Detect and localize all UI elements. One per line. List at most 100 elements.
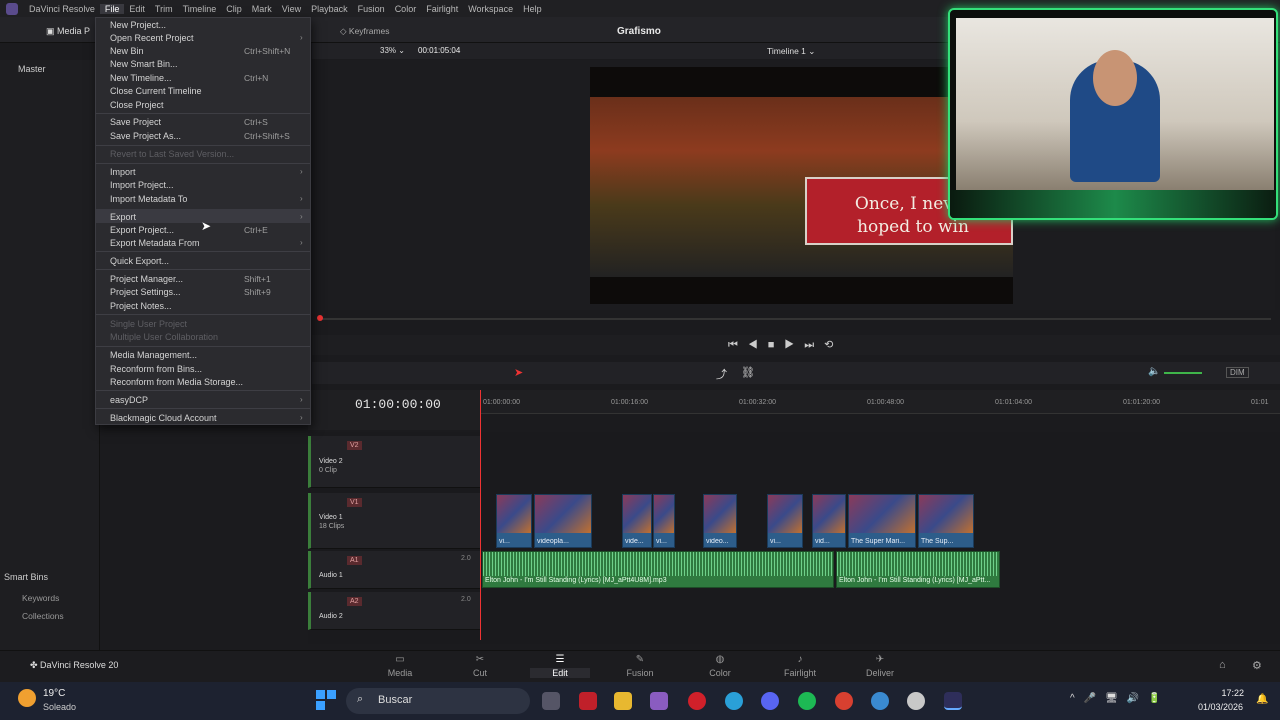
skip-end-icon[interactable]: ⏭ bbox=[804, 339, 824, 351]
file-menu-item[interactable]: Open Recent Project bbox=[110, 33, 194, 43]
file-menu-item[interactable]: Save Project bbox=[110, 117, 161, 127]
menu-trim[interactable]: Trim bbox=[150, 4, 178, 14]
menu-playback[interactable]: Playback bbox=[306, 4, 353, 14]
file-menu-item[interactable]: New Project... bbox=[110, 20, 166, 30]
page-color[interactable]: Color bbox=[690, 668, 750, 678]
spotify-icon[interactable] bbox=[798, 692, 816, 710]
clock-time[interactable]: 17:22 bbox=[1218, 688, 1244, 698]
snap-icon[interactable]: ⤴ bbox=[716, 366, 727, 382]
menu-clip[interactable]: Clip bbox=[221, 4, 247, 14]
file-menu-item[interactable]: New Timeline... bbox=[110, 73, 172, 83]
track-header-v1[interactable]: V1 Video 1 18 Clips bbox=[308, 493, 480, 549]
file-menu-item[interactable]: Project Notes... bbox=[110, 301, 172, 311]
timeline-ruler[interactable]: 01:00:00:00 01:00:16:00 01:00:32:00 01:0… bbox=[480, 390, 1280, 414]
video-clip[interactable]: vide... bbox=[622, 494, 652, 548]
file-menu-item[interactable]: Export Metadata From bbox=[110, 238, 200, 248]
video-clip[interactable]: vi... bbox=[496, 494, 532, 548]
tray-icons[interactable]: ^🎤🖥🔊🔋 bbox=[1070, 693, 1170, 704]
page-media[interactable]: Media bbox=[370, 668, 430, 678]
file-explorer-icon[interactable] bbox=[614, 692, 632, 710]
collections-bin[interactable]: Collections bbox=[22, 611, 64, 621]
menu-help[interactable]: Help bbox=[518, 4, 547, 14]
file-menu-item[interactable]: Save Project As... bbox=[110, 131, 181, 141]
opera-icon[interactable] bbox=[688, 692, 706, 710]
media-pool-tab[interactable]: ▣ Media P bbox=[46, 26, 90, 37]
step-back-icon[interactable]: ◀ bbox=[748, 339, 768, 351]
menu-view[interactable]: View bbox=[277, 4, 306, 14]
davinci-taskbar-icon[interactable] bbox=[944, 692, 962, 710]
settings-gear-icon[interactable]: ⚙ bbox=[1252, 659, 1262, 672]
video-clip[interactable]: video... bbox=[703, 494, 737, 548]
file-menu-item[interactable]: Close Project bbox=[110, 100, 164, 110]
playhead[interactable] bbox=[480, 390, 481, 640]
file-menu-item[interactable]: Project Settings... bbox=[110, 287, 181, 297]
page-cut[interactable]: Cut bbox=[450, 668, 510, 678]
home-icon[interactable]: ⌂ bbox=[1219, 659, 1226, 671]
keyframes-tab[interactable]: ◇ Keyframes bbox=[340, 26, 390, 37]
file-menu-item[interactable]: Import Metadata To bbox=[110, 194, 187, 204]
weather-temp[interactable]: 19°C bbox=[43, 688, 65, 699]
link-icon[interactable]: ⛓ bbox=[741, 366, 755, 379]
zoom-dropdown[interactable]: 33% ⌄ bbox=[380, 46, 405, 55]
volume-slider[interactable] bbox=[1164, 372, 1202, 374]
scrubber-head[interactable] bbox=[317, 315, 323, 321]
steam-icon[interactable] bbox=[907, 692, 925, 710]
smart-bins[interactable]: Smart Bins bbox=[4, 572, 48, 582]
selection-tool-icon[interactable]: ➤ bbox=[514, 366, 523, 379]
discord-icon[interactable] bbox=[761, 692, 779, 710]
menu-workspace[interactable]: Workspace bbox=[463, 4, 518, 14]
play-icon[interactable]: ▶ bbox=[784, 339, 804, 351]
menu-edit[interactable]: Edit bbox=[124, 4, 150, 14]
file-menu-item[interactable]: Export Project... bbox=[110, 225, 174, 235]
file-menu-item[interactable]: Import Project... bbox=[110, 180, 174, 190]
menu-color[interactable]: Color bbox=[390, 4, 422, 14]
notifications-icon[interactable]: 🔔 bbox=[1256, 694, 1268, 705]
file-menu-item[interactable]: easyDCP bbox=[110, 395, 148, 405]
task-view-icon[interactable] bbox=[542, 692, 560, 710]
timeline-selector[interactable]: Timeline 1 ⌄ bbox=[767, 46, 815, 57]
menu-mark[interactable]: Mark bbox=[247, 4, 277, 14]
store-icon[interactable] bbox=[650, 692, 668, 710]
file-menu-item[interactable]: Blackmagic Cloud Account bbox=[110, 413, 217, 423]
taskbar-search[interactable] bbox=[346, 688, 530, 714]
file-menu-item[interactable]: Media Management... bbox=[110, 350, 197, 360]
file-menu-item[interactable]: Export bbox=[110, 212, 136, 222]
file-menu-item[interactable]: Quick Export... bbox=[110, 256, 169, 266]
menu-fusion[interactable]: Fusion bbox=[353, 4, 390, 14]
dim-button[interactable]: DIM bbox=[1226, 367, 1249, 378]
track-header-a1[interactable]: A1 Audio 1 2.0 bbox=[308, 551, 480, 589]
menu-file[interactable]: File bbox=[99, 3, 125, 14]
video-clip[interactable]: videopla... bbox=[534, 494, 592, 548]
video-clip[interactable]: vi... bbox=[653, 494, 675, 548]
netflix-icon[interactable] bbox=[579, 692, 597, 710]
file-menu-item[interactable]: New Smart Bin... bbox=[110, 59, 178, 69]
file-menu-item[interactable]: Close Current Timeline bbox=[110, 86, 202, 96]
page-fusion[interactable]: Fusion bbox=[610, 668, 670, 678]
page-edit[interactable]: Edit bbox=[530, 668, 590, 678]
page-fairlight[interactable]: Fairlight bbox=[770, 668, 830, 678]
file-menu-item[interactable]: Project Manager... bbox=[110, 274, 183, 284]
video-clip[interactable]: vid... bbox=[812, 494, 846, 548]
skip-start-icon[interactable]: ⏮ bbox=[728, 339, 748, 351]
loop-icon[interactable]: ⟲ bbox=[824, 339, 843, 351]
scrubber-bar[interactable] bbox=[319, 318, 1271, 320]
file-menu-item[interactable]: Reconform from Media Storage... bbox=[110, 377, 243, 387]
video-clip[interactable]: The Super Mari... bbox=[848, 494, 916, 548]
file-menu-item[interactable]: Import bbox=[110, 167, 136, 177]
file-menu-item[interactable]: Reconform from Bins... bbox=[110, 364, 202, 374]
chrome-profile-icon[interactable] bbox=[871, 692, 889, 710]
track-header-v2[interactable]: V2 Video 2 0 Clip bbox=[308, 436, 480, 488]
video-clip[interactable]: The Sup... bbox=[918, 494, 974, 548]
chrome-icon[interactable] bbox=[835, 692, 853, 710]
keywords-bin[interactable]: Keywords bbox=[22, 593, 59, 603]
telegram-icon[interactable] bbox=[725, 692, 743, 710]
stop-icon[interactable]: ■ bbox=[768, 339, 785, 351]
master-bin[interactable]: Master bbox=[18, 64, 46, 74]
video-clip[interactable]: vi... bbox=[767, 494, 803, 548]
audio-clip[interactable]: Elton John - I'm Still Standing (Lyrics)… bbox=[836, 551, 1000, 588]
audio-clip[interactable]: Elton John - I'm Still Standing (Lyrics)… bbox=[482, 551, 834, 588]
menu-fairlight[interactable]: Fairlight bbox=[421, 4, 463, 14]
volume-icon[interactable]: 🔈 bbox=[1148, 366, 1160, 377]
menu-timeline[interactable]: Timeline bbox=[178, 4, 222, 14]
file-menu-item[interactable]: New Bin bbox=[110, 46, 144, 56]
